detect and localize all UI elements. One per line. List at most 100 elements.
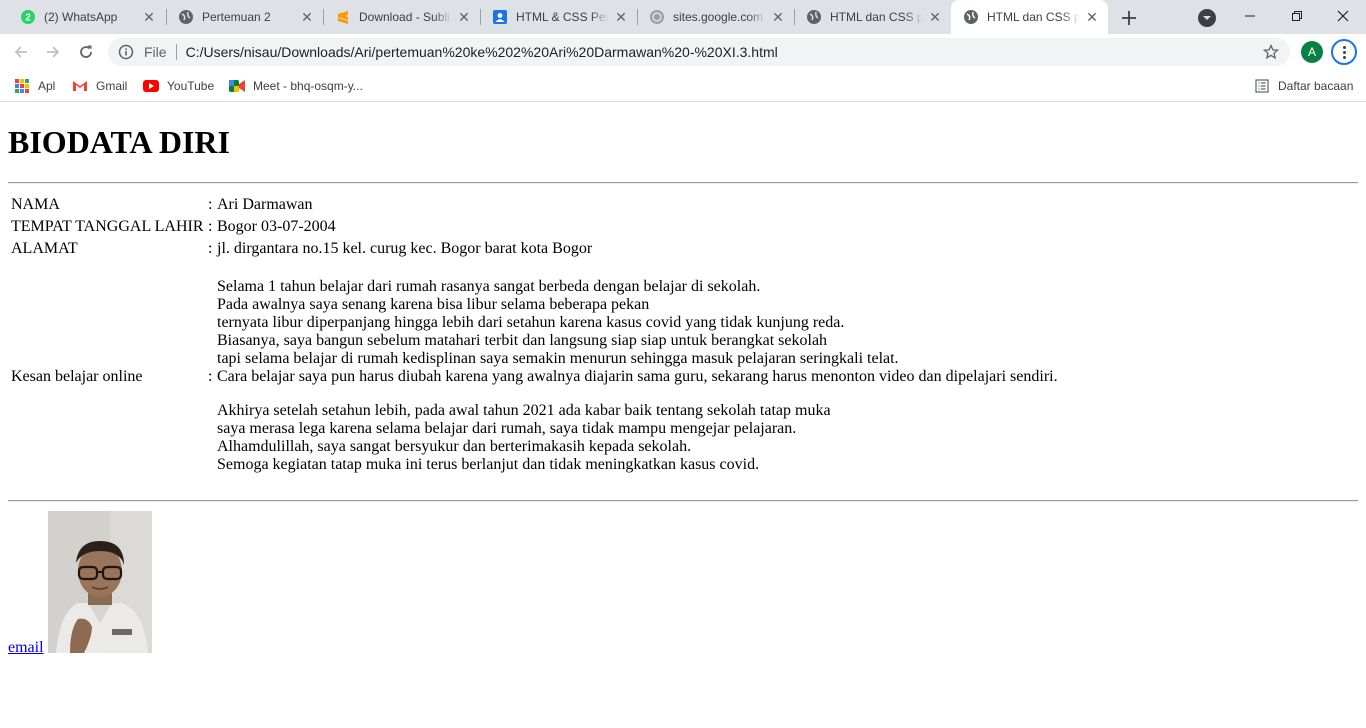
svg-text:2: 2: [25, 13, 31, 24]
plus-icon: [1122, 11, 1136, 25]
tab-title: sites.google.com: [673, 10, 764, 24]
arrow-right-icon: [47, 46, 60, 58]
impression-line: Selama 1 tahun belajar dari rumah rasany…: [217, 278, 761, 295]
scheme-label: File: [144, 44, 167, 60]
impression-line: Alhamdulillah, saya sangat bersyukur dan…: [217, 438, 692, 455]
youtube-icon: [143, 78, 159, 94]
impression-line: Biasanya, saya bangun sebelum matahari t…: [217, 332, 828, 349]
bookmarks-bar: Apl Gmail YouTube Meet - bhq-osqm-y... D…: [0, 70, 1366, 102]
colon: :: [208, 368, 213, 385]
tab-title: Download - Subli: [359, 10, 450, 24]
globe-icon: [963, 9, 979, 25]
close-icon: [1337, 10, 1349, 22]
bookmark-label: YouTube: [167, 79, 215, 93]
minimize-button[interactable]: [1238, 5, 1262, 27]
tab-download-sublime[interactable]: Download - Subli ✕: [323, 0, 480, 34]
more-vert-icon: [1342, 45, 1346, 49]
tab-title: HTML & CSS Pert: [516, 10, 609, 24]
bookmark-label: Gmail: [96, 79, 128, 93]
close-icon[interactable]: ✕: [1084, 9, 1100, 25]
meet-icon: [229, 78, 245, 94]
value-alamat: jl. dirgantara no.15 kel. curug kec. Bog…: [217, 240, 593, 257]
tab-title: HTML dan CSS pe: [830, 10, 923, 24]
minimize-icon: [1245, 15, 1255, 17]
tab-search-button[interactable]: [1198, 9, 1216, 27]
restore-button[interactable]: [1285, 5, 1309, 27]
close-icon[interactable]: ✕: [456, 9, 472, 25]
impression-line: Pada awalnya saya senang karena bisa lib…: [217, 296, 650, 313]
impression-line: saya merasa lega karena selama belajar d…: [217, 420, 797, 437]
value-nama: Ari Darmawan: [217, 196, 313, 213]
colon: :: [208, 240, 213, 257]
page-content: BIODATA DIRI NAMA : Ari Darmawan TEMPAT …: [0, 103, 1366, 728]
label-nama: NAMA: [11, 196, 60, 213]
whatsapp-icon: 2: [20, 9, 36, 25]
tab-sites-google[interactable]: sites.google.com ✕: [637, 0, 794, 34]
gmail-icon: [72, 78, 88, 94]
divider-bottom: [8, 500, 1358, 502]
reading-list-icon: [1254, 78, 1270, 94]
restore-icon: [1292, 11, 1302, 21]
impression-text-before: Selama 1 tahun belajar dari rumah rasany…: [217, 278, 899, 368]
tab-whatsapp[interactable]: 2 (2) WhatsApp ✕: [8, 0, 165, 34]
close-window-button[interactable]: [1331, 5, 1355, 27]
tab-title: HTML dan CSS p: [987, 10, 1080, 24]
arrow-left-icon: [14, 46, 27, 58]
bookmark-youtube[interactable]: YouTube: [143, 76, 214, 96]
value-ttl: Bogor 03-07-2004: [217, 218, 336, 235]
tab-html-dan-css-active[interactable]: HTML dan CSS p ✕: [951, 0, 1108, 34]
impression-text-after: Akhirya setelah setahun lebih, pada awal…: [217, 402, 831, 474]
tab-html-css-classroom[interactable]: HTML & CSS Pert ✕: [480, 0, 637, 34]
divider-top: [8, 182, 1358, 184]
info-icon[interactable]: [118, 44, 134, 60]
impression-line: ternyata libur diperpanjang hingga lebih…: [217, 314, 845, 331]
tab-pertemuan-2[interactable]: Pertemuan 2 ✕: [166, 0, 323, 34]
browser-toolbar: File C:/Users/nisau/Downloads/Ari/pertem…: [0, 34, 1366, 70]
impression-line: Semoga kegiatan tatap muka ini terus ber…: [217, 456, 760, 473]
close-icon[interactable]: ✕: [299, 9, 315, 25]
bookmark-label: Meet - bhq-osqm-y...: [253, 79, 363, 93]
sites-icon: [649, 9, 665, 25]
colon: :: [208, 218, 213, 235]
forward-button[interactable]: [41, 40, 65, 64]
impression-line: tapi selama belajar di rumah kedisplinan…: [217, 350, 899, 367]
email-link[interactable]: email: [8, 639, 44, 657]
globe-icon: [806, 9, 822, 25]
reload-button[interactable]: [74, 40, 98, 64]
close-icon[interactable]: ✕: [927, 9, 943, 25]
impression-line: Akhirya setelah setahun lebih, pada awal…: [217, 402, 831, 419]
url-text[interactable]: C:/Users/nisau/Downloads/Ari/pertemuan%2…: [186, 44, 778, 60]
omnibox-divider: [175, 44, 177, 60]
impression-line-main: Cara belajar saya pun harus diubah karen…: [217, 368, 1058, 385]
label-alamat: ALAMAT: [11, 240, 78, 257]
reading-list[interactable]: Daftar bacaan: [1254, 76, 1353, 96]
tab-strip: 2 (2) WhatsApp ✕ Pertemuan 2 ✕ Download …: [0, 0, 1366, 34]
close-icon[interactable]: ✕: [141, 9, 157, 25]
tab-title: Pertemuan 2: [202, 10, 271, 24]
bookmark-apps[interactable]: Apl: [14, 76, 55, 96]
colon: :: [208, 196, 213, 213]
back-button[interactable]: [9, 40, 33, 64]
reading-list-label: Daftar bacaan: [1278, 79, 1354, 93]
browser-menu-button[interactable]: [1331, 39, 1357, 65]
bookmark-meet[interactable]: Meet - bhq-osqm-y...: [229, 76, 363, 96]
tab-html-dan-css-1[interactable]: HTML dan CSS pe ✕: [794, 0, 951, 34]
profile-avatar[interactable]: A: [1301, 41, 1323, 63]
label-ttl: TEMPAT TANGGAL LAHIR: [11, 218, 204, 235]
address-bar[interactable]: File C:/Users/nisau/Downloads/Ari/pertem…: [108, 38, 1290, 66]
close-icon[interactable]: ✕: [613, 9, 629, 25]
tab-title: (2) WhatsApp: [44, 10, 118, 24]
globe-icon: [178, 9, 194, 25]
bookmark-star-icon[interactable]: [1262, 43, 1280, 61]
bookmark-label: Apl: [38, 79, 56, 93]
chevron-down-icon: [1203, 16, 1211, 20]
new-tab-button[interactable]: [1118, 7, 1140, 29]
close-icon[interactable]: ✕: [770, 9, 786, 25]
bookmark-gmail[interactable]: Gmail: [72, 76, 127, 96]
profile-photo: [48, 511, 152, 653]
page-title: BIODATA DIRI: [8, 124, 230, 160]
reload-icon: [80, 45, 92, 58]
label-kesan: Kesan belajar online: [11, 368, 143, 385]
apps-grid-icon: [14, 78, 30, 94]
sublime-icon: [335, 9, 351, 25]
